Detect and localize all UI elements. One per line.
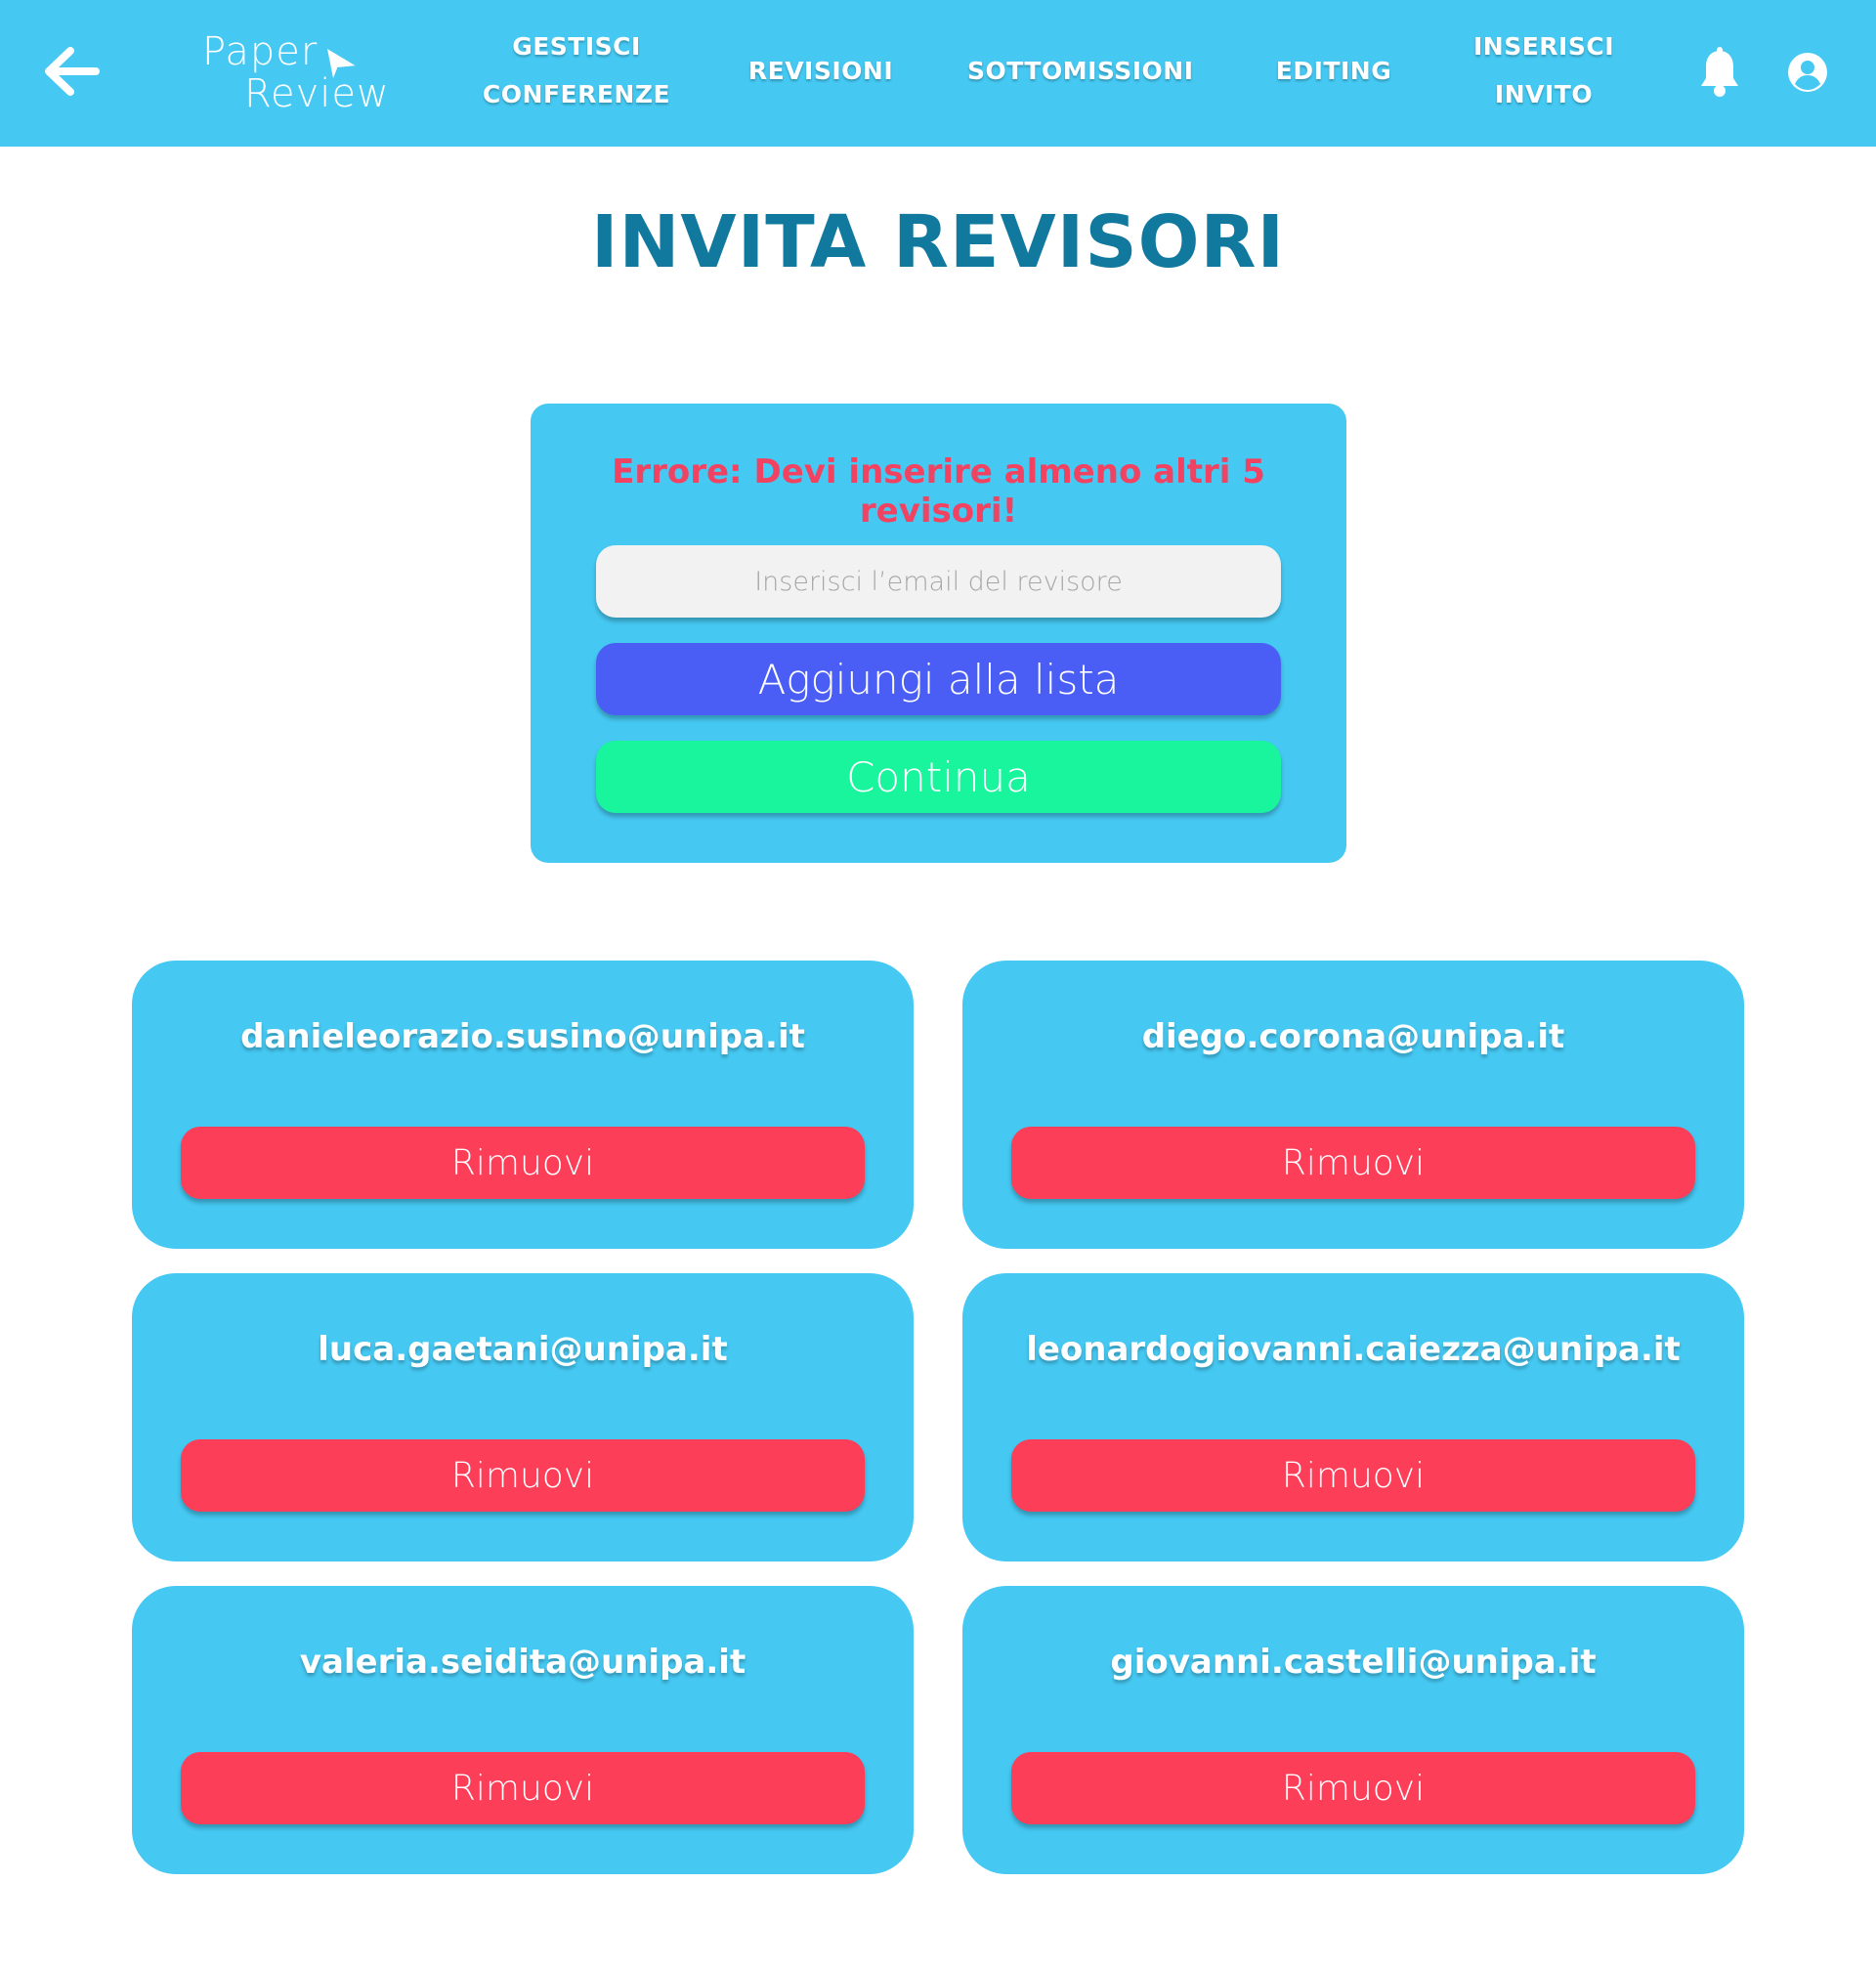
nav-label: REVISIONI — [747, 57, 894, 85]
reviewer-card: danieleorazio.susino@unipa.it Rimuovi — [132, 961, 914, 1249]
reviewer-list: danieleorazio.susino@unipa.it Rimuovi di… — [132, 961, 1744, 1874]
reviewer-card: giovanni.castelli@unipa.it Rimuovi — [962, 1586, 1744, 1874]
reviewer-card: diego.corona@unipa.it Rimuovi — [962, 961, 1744, 1249]
nav-label-line2: INVITO — [1494, 80, 1594, 108]
nav-sottomissioni[interactable]: SOTTOMISSIONI — [967, 47, 1194, 95]
nav-label-line1: GESTISCI — [512, 32, 641, 61]
reviewer-email: leonardogiovanni.caiezza@unipa.it — [1026, 1330, 1681, 1369]
remove-button[interactable]: Rimuovi — [181, 1752, 865, 1824]
top-navbar: Paper Review GESTISCI CONFERENZE REVISIO… — [0, 0, 1876, 147]
account-icon — [1786, 51, 1829, 98]
remove-button[interactable]: Rimuovi — [181, 1127, 865, 1199]
nav-revisioni[interactable]: REVISIONI — [738, 47, 904, 95]
nav-inserisci-invito[interactable]: INSERISCI INVITO — [1466, 22, 1622, 118]
error-message: Errore: Devi inserire almeno altri 5 rev… — [612, 452, 1265, 531]
invite-form-card: Errore: Devi inserire almeno altri 5 rev… — [531, 404, 1346, 863]
nav-label: EDITING — [1275, 57, 1392, 85]
reviewer-email: luca.gaetani@unipa.it — [318, 1330, 728, 1369]
nav-gestisci-conferenze[interactable]: GESTISCI CONFERENZE — [474, 22, 679, 118]
page-title: INVITA REVISORI — [590, 200, 1286, 284]
nav-label-line1: INSERISCI — [1472, 32, 1614, 61]
remove-button[interactable]: Rimuovi — [1011, 1127, 1695, 1199]
account-button[interactable] — [1780, 47, 1835, 102]
paper-review-logo[interactable]: Paper Review — [200, 27, 396, 120]
nav-label: SOTTOMISSIONI — [967, 57, 1194, 85]
reviewer-card: luca.gaetani@unipa.it Rimuovi — [132, 1273, 914, 1561]
remove-button[interactable]: Rimuovi — [1011, 1752, 1695, 1824]
nav-label-line2: CONFERENZE — [482, 80, 671, 108]
logo-text-line2: Review — [244, 71, 390, 116]
back-arrow-icon — [45, 47, 100, 100]
reviewer-email-input[interactable] — [596, 545, 1281, 618]
reviewer-email: diego.corona@unipa.it — [1141, 1017, 1565, 1056]
add-to-list-button[interactable]: Aggiungi alla lista — [596, 643, 1281, 715]
reviewer-email: giovanni.castelli@unipa.it — [1110, 1643, 1597, 1682]
remove-button[interactable]: Rimuovi — [1011, 1439, 1695, 1512]
notifications-button[interactable] — [1692, 47, 1747, 102]
bell-icon — [1697, 47, 1742, 102]
continue-button[interactable]: Continua — [596, 741, 1281, 813]
remove-button[interactable]: Rimuovi — [181, 1439, 865, 1512]
nav-editing[interactable]: EDITING — [1260, 47, 1407, 95]
back-button[interactable] — [43, 44, 102, 103]
reviewer-email: valeria.seidita@unipa.it — [299, 1643, 746, 1682]
reviewer-email: danieleorazio.susino@unipa.it — [240, 1017, 805, 1056]
reviewer-card: valeria.seidita@unipa.it Rimuovi — [132, 1586, 914, 1874]
reviewer-card: leonardogiovanni.caiezza@unipa.it Rimuov… — [962, 1273, 1744, 1561]
